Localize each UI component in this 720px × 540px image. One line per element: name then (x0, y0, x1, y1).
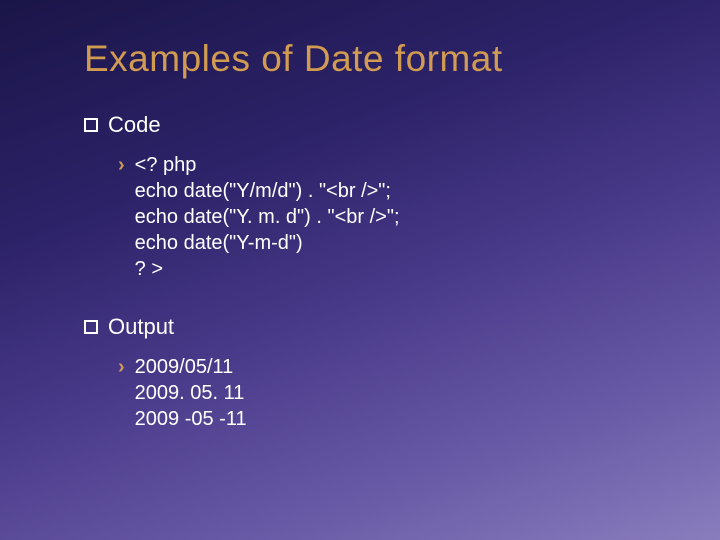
section-head-code: Code (84, 112, 660, 138)
section-head-output: Output (84, 314, 660, 340)
code-body: <? php echo date("Y/m/d") . "<br />"; ec… (135, 152, 400, 282)
chevron-right-icon: › (118, 152, 125, 178)
square-bullet-icon (84, 320, 98, 334)
square-bullet-icon (84, 118, 98, 132)
output-body: 2009/05/11 2009. 05. 11 2009 -05 -11 (135, 354, 247, 432)
slide-title: Examples of Date format (84, 38, 660, 80)
sub-item-code: › <? php echo date("Y/m/d") . "<br />"; … (118, 152, 660, 282)
section-label: Code (108, 112, 161, 138)
sub-item-output: › 2009/05/11 2009. 05. 11 2009 -05 -11 (118, 354, 660, 432)
slide: Examples of Date format Code › <? php ec… (0, 0, 720, 540)
section-output: Output › 2009/05/11 2009. 05. 11 2009 -0… (84, 314, 660, 432)
chevron-right-icon: › (118, 354, 125, 380)
section-code: Code › <? php echo date("Y/m/d") . "<br … (84, 112, 660, 282)
section-label: Output (108, 314, 174, 340)
